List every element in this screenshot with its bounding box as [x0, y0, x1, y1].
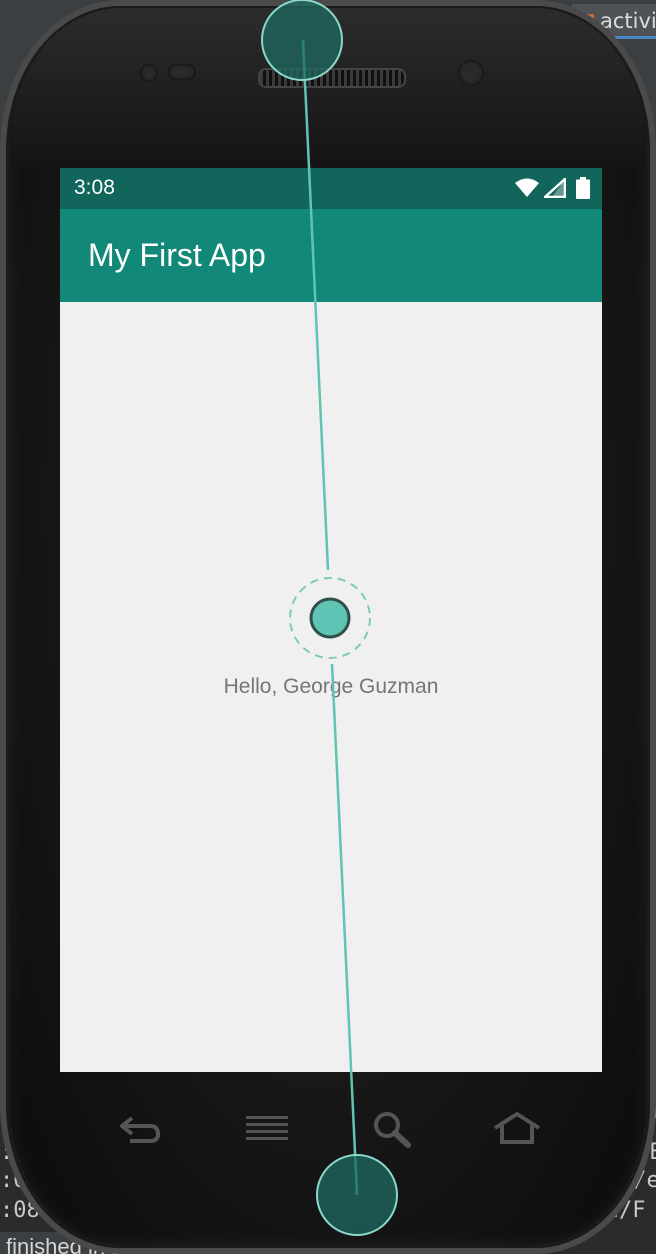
front-camera-icon — [458, 60, 484, 86]
menu-icon[interactable] — [242, 1108, 292, 1148]
light-sensor-icon — [168, 64, 196, 80]
status-bar: 3:08 — [60, 168, 602, 209]
proximity-sensor-icon — [140, 64, 158, 82]
app-toolbar: My First App — [60, 209, 602, 302]
greeting-text: Hello, George Guzman — [223, 675, 439, 698]
home-icon[interactable] — [492, 1108, 542, 1148]
app-title: My First App — [88, 237, 266, 273]
device-screen[interactable]: 3:08 My First App Hello, George Guzman — [60, 168, 602, 1072]
search-icon[interactable] — [368, 1108, 418, 1148]
cell-signal-icon — [544, 178, 566, 198]
wifi-icon — [515, 178, 539, 197]
earpiece-speaker — [258, 68, 406, 88]
emulator-stage: activi : : : : : :08 :08 :08:1 e E E m /… — [0, 0, 656, 1254]
back-icon[interactable] — [114, 1108, 164, 1148]
battery-icon — [576, 177, 590, 199]
status-icons — [514, 177, 590, 199]
status-time: 3:08 — [74, 176, 115, 199]
device-top-bezel — [12, 8, 644, 168]
main-content: Hello, George Guzman — [60, 302, 602, 1072]
